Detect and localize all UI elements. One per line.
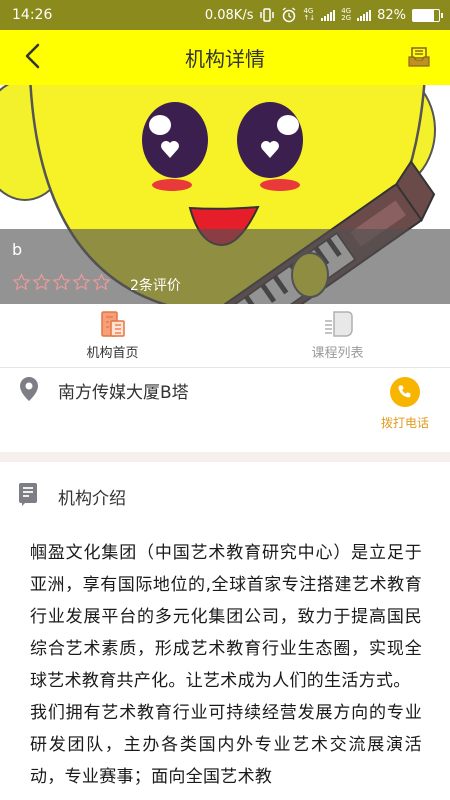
net-type-2: 4G 2G <box>341 7 352 22</box>
star-icon <box>32 273 51 291</box>
location-pin-icon <box>20 377 38 401</box>
intro-paragraph: 帼盈文化集团（中国艺术教育研究中心）是立足于亚洲，享有国际地位的,全球首家专注搭… <box>30 543 422 691</box>
address-text: 南方传媒大厦B塔 <box>58 383 189 403</box>
tab-bar: 机构首页 课程列表 <box>0 304 450 368</box>
address-row: 南方传媒大厦B塔 拨打电话 <box>0 368 450 452</box>
intro-title: 机构介绍 <box>58 489 126 509</box>
tab-course-list-label: 课程列表 <box>311 346 364 361</box>
page-title: 机构详情 <box>185 47 265 71</box>
battery-percent: 82% <box>377 7 406 23</box>
section-divider <box>0 452 450 462</box>
signal-icon-1 <box>321 9 336 21</box>
status-time: 14:26 <box>12 7 53 23</box>
star-icon <box>12 273 31 291</box>
phone-icon <box>398 385 411 398</box>
mail-tray-icon <box>408 47 430 67</box>
banner-overlay <box>0 229 450 304</box>
vibrate-icon <box>260 8 275 22</box>
message-button[interactable] <box>406 44 432 70</box>
star-icon <box>92 273 111 291</box>
intro-paragraph: 我们拥有艺术教育行业可持续经营发展方向的专业研发团队，主办各类国内外专业艺术交流… <box>30 703 422 787</box>
star-icon <box>72 273 91 291</box>
intro-header: 机构介绍 <box>0 462 450 526</box>
building-icon <box>100 311 125 337</box>
battery-icon <box>412 8 443 22</box>
tab-org-home[interactable]: 机构首页 <box>0 304 225 367</box>
net-type-1: 4G ↑↓ <box>303 7 316 22</box>
review-count[interactable]: 2条评价 <box>130 275 181 295</box>
tab-course-list[interactable]: 课程列表 <box>225 304 450 367</box>
network-speed: 0.08K/s <box>204 7 254 23</box>
call-button[interactable] <box>390 377 420 407</box>
chevron-left-icon <box>25 43 40 69</box>
top-app-bar: 机构详情 <box>0 30 450 85</box>
call-label[interactable]: 拨打电话 <box>381 414 429 431</box>
status-bar: 14:26 0.08K/s 4G ↑↓ 4G 2G 82% <box>0 0 450 30</box>
signal-icon-2 <box>357 9 372 21</box>
status-indicators: 0.08K/s 4G ↑↓ 4G 2G 82% <box>204 7 443 23</box>
star-icon <box>52 273 71 291</box>
organization-banner: b 2条评价 <box>0 85 450 304</box>
rating-stars <box>12 273 111 292</box>
tab-org-home-label: 机构首页 <box>86 346 139 361</box>
alarm-icon <box>283 7 296 23</box>
intro-body: 帼盈文化集团（中国艺术教育研究中心）是立足于亚洲，享有国际地位的,全球首家专注搭… <box>30 537 422 793</box>
course-list-icon <box>324 311 353 337</box>
organization-name: b <box>12 240 23 259</box>
back-button[interactable] <box>14 38 50 74</box>
document-icon <box>19 483 37 506</box>
battery-fill <box>413 9 435 21</box>
